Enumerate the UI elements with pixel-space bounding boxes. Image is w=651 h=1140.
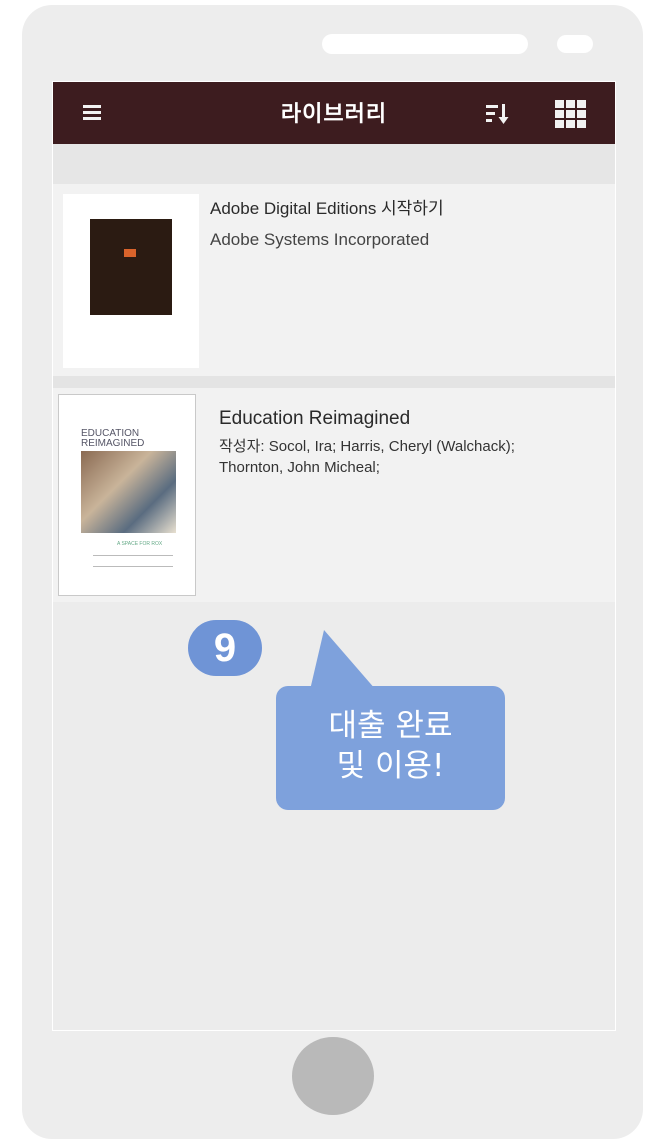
app-bar: 라이브러리 — [53, 82, 615, 144]
app-screen: 라이브러리 Adobe Digital Editions 시작하기 Adobe … — [52, 81, 616, 1031]
callout-line-1: 대출 완료 — [328, 708, 453, 744]
book-list-item[interactable]: Adobe Digital Editions 시작하기 Adobe System… — [53, 184, 615, 376]
callout-pointer — [310, 630, 376, 690]
cover-photo — [81, 451, 176, 533]
book-list-item[interactable]: EDUCATION REIMAGINED A SPACE FOR ROX Edu… — [53, 388, 615, 602]
book-cover-image — [63, 194, 199, 368]
callout-box: 대출 완료 및 이용! — [276, 686, 505, 810]
camera-slot — [557, 35, 593, 53]
step-number-badge: 9 — [188, 620, 262, 676]
speaker-slot — [322, 34, 528, 54]
book-author: Adobe Systems Incorporated — [210, 230, 430, 249]
phone-frame: 라이브러리 Adobe Digital Editions 시작하기 Adobe … — [22, 5, 643, 1139]
adobe-logo-icon — [124, 249, 136, 257]
book-cover-image: EDUCATION REIMAGINED A SPACE FOR ROX — [58, 394, 196, 596]
page-title: 라이브러리 — [280, 102, 388, 127]
book-title: Education Reimagined — [219, 408, 411, 429]
list-divider — [53, 376, 615, 388]
grid-view-icon[interactable] — [555, 100, 587, 128]
sub-toolbar — [53, 144, 615, 184]
cover-title: EDUCATION REIMAGINED — [81, 428, 145, 449]
home-button[interactable] — [292, 1037, 374, 1115]
book-title: Adobe Digital Editions 시작하기 — [210, 199, 444, 218]
cover-subtitle: A SPACE FOR ROX — [117, 541, 163, 547]
callout-line-2: 및 이용! — [336, 748, 445, 784]
cover-authors-line — [93, 555, 173, 567]
sort-icon[interactable] — [485, 102, 511, 126]
book-author: 작성자: Socol, Ira; Harris, Cheryl (Walchac… — [219, 438, 515, 476]
